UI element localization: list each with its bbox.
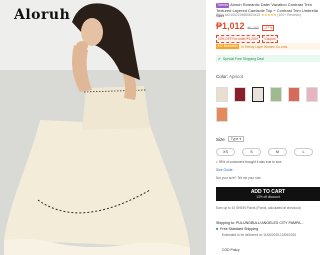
estimated-delivery: Estimated to be delivered on 11/06/2025-… xyxy=(222,233,297,237)
promo-coupon-1[interactable]: 13% OFF For order ₱1,200+ xyxy=(216,35,261,43)
thumb-icon: ● xyxy=(216,160,218,164)
color-swatch[interactable] xyxy=(306,87,318,102)
size-label: Size xyxy=(216,136,225,142)
color-label-text: Color: xyxy=(216,74,229,79)
size-type-dropdown[interactable]: Type ▾ xyxy=(227,136,245,142)
check-icon: ✔ xyxy=(218,56,221,61)
size-guide-link[interactable]: Size Guide xyxy=(216,168,233,172)
product-photo[interactable]: Aloruh xyxy=(0,0,206,255)
color-value: Apricot xyxy=(229,74,244,79)
size-option-m[interactable]: M xyxy=(268,148,287,156)
rating-stars[interactable]: ★★★★★ xyxy=(261,13,276,17)
free-standard-shipping-row: ■ Free Standard Shipping xyxy=(216,227,320,231)
color-swatches xyxy=(216,87,320,122)
sale-price: ₱1,012 xyxy=(216,21,245,31)
price-row: ₱1,012 ₱1,393 -27% xyxy=(216,21,320,33)
fit-note: ● 95% of customers thought it was true t… xyxy=(216,160,320,164)
ship-to-text: Shipping to: PULUNGBULU ANGELES CITY PAM… xyxy=(216,221,304,225)
size-option-s[interactable]: S xyxy=(242,148,261,156)
bestseller-tag: #12 Bestseller xyxy=(216,44,240,49)
size-note[interactable]: Not your size? Tell me your size xyxy=(216,176,320,180)
size-row: Size Type ▾ xyxy=(216,136,245,142)
size-option-l[interactable]: L xyxy=(294,148,313,156)
color-swatch[interactable] xyxy=(288,87,300,102)
shipping-info: Shipping to: PULUNGBULU ANGELES CITY PAM… xyxy=(216,221,320,237)
truck-icon: ■ xyxy=(216,227,219,231)
product-detail-panel: Trends Aloruh Romantic Date/ Vacation Con… xyxy=(210,0,320,255)
promo-row: 13% OFF For order ₱1,200+ Coupon xyxy=(216,35,320,43)
free-shipping-text: Special Free Shipping Deal xyxy=(222,56,264,61)
color-swatch[interactable] xyxy=(216,87,228,102)
color-swatch[interactable] xyxy=(270,87,282,102)
free-shipping-banner[interactable]: ✔ Special Free Shipping Deal xyxy=(216,55,320,62)
size-option-xs[interactable]: XS xyxy=(216,148,235,156)
color-label: Color: Apricot xyxy=(216,74,243,79)
bestseller-bar[interactable]: #12 Bestseller in Trendy Layer Women Co-… xyxy=(216,43,320,50)
original-price: ₱1,393 xyxy=(247,26,259,30)
add-to-cart-sublabel: 13% off discount xyxy=(256,195,280,199)
color-swatch[interactable] xyxy=(234,87,246,102)
discount-badge: -27% xyxy=(261,25,275,31)
promo-coupon-2[interactable]: Coupon xyxy=(262,35,278,43)
color-swatch[interactable] xyxy=(216,107,228,122)
sku-label: SKU: sz24062198680824415 xyxy=(216,13,261,17)
cod-policy[interactable]: COD Policy xyxy=(222,248,240,252)
bestseller-text: in Trendy Layer Women Co-ords xyxy=(241,44,288,49)
brand-logo: Aloruh xyxy=(14,7,71,23)
ship-to-row[interactable]: Shipping to: PULUNGBULU ANGELES CITY PAM… xyxy=(216,221,320,225)
product-meta: SKU: sz24062198680824415 ★★★★★ (100+ Rev… xyxy=(216,13,320,17)
color-swatch-selected[interactable] xyxy=(252,87,264,102)
add-to-cart-button[interactable]: ADD TO CART 13% off discount xyxy=(216,187,320,201)
size-options: XS S M L xyxy=(216,148,320,156)
points-note: Earn up to 10 SHEIN Points (Points, calc… xyxy=(216,206,301,210)
free-standard-shipping: Free Standard Shipping xyxy=(220,227,259,231)
review-count[interactable]: (100+ Reviews) xyxy=(277,13,301,17)
model-illustration xyxy=(4,3,190,255)
fit-note-text: 95% of customers thought it was true to … xyxy=(218,160,282,164)
